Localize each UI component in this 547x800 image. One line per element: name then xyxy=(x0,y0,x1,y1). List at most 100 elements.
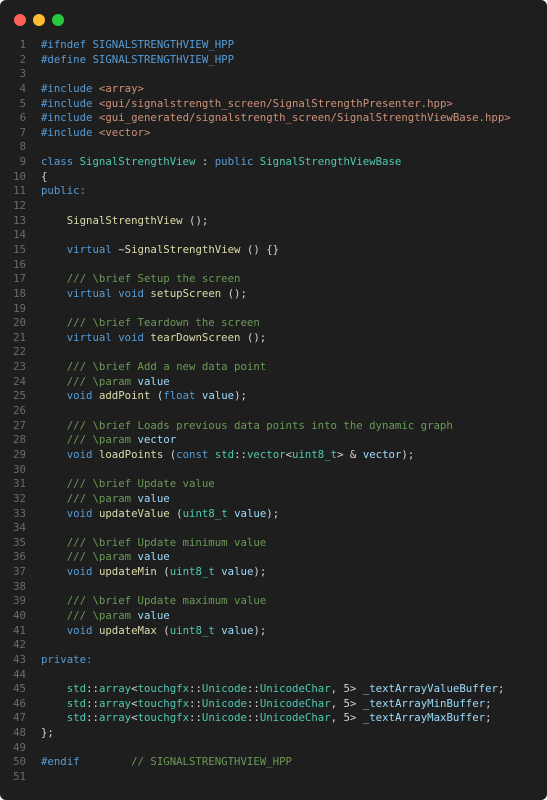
line-number: 20 xyxy=(13,316,26,330)
code-token: { xyxy=(41,169,48,183)
code-token: updateMax xyxy=(98,623,157,637)
code-token: public: xyxy=(41,184,87,198)
code-token: SignalStrengthViewBase xyxy=(259,155,402,169)
code-token: virtual void xyxy=(66,286,151,300)
line-number: 38 xyxy=(13,579,26,593)
line-number: 30 xyxy=(13,462,26,476)
code-line: 16 xyxy=(0,258,547,273)
line-content: std::array<touchgfx::Unicode::UnicodeCha… xyxy=(41,682,505,697)
code-token: ( xyxy=(163,447,177,461)
line-content: /// \brief Add a new data point xyxy=(41,360,266,375)
code-token: :: xyxy=(189,696,202,710)
code-token: /// \brief Teardown the screen xyxy=(41,316,260,330)
line-number: 22 xyxy=(13,345,26,359)
code-line: 12 xyxy=(0,199,547,214)
code-token: (); xyxy=(221,286,247,300)
code-line: 38 xyxy=(0,580,547,595)
code-token: UnicodeChar xyxy=(259,682,331,696)
code-line: 31 /// \brief Update value xyxy=(0,477,547,492)
line-number: 41 xyxy=(13,623,26,637)
line-number: 51 xyxy=(13,770,26,784)
line-content: void updateMax (uint8_t value); xyxy=(41,623,267,639)
line-content: #endif // SIGNALSTRENGTHVIEW_HPP xyxy=(41,755,292,770)
line-number: 46 xyxy=(13,696,26,710)
code-token: addPoint xyxy=(98,389,151,403)
maximize-window-button[interactable] xyxy=(52,14,64,26)
code-token: uint8_t xyxy=(169,623,222,637)
line-content: void updateValue (uint8_t value); xyxy=(41,507,279,522)
code-token: #define xyxy=(41,52,87,66)
code-line: 26 xyxy=(0,404,547,419)
code-token: value xyxy=(137,491,170,505)
code-token: :: xyxy=(86,682,99,696)
code-editor[interactable]: 1 #ifndef SIGNALSTRENGTHVIEW_HPP 2 #define … xyxy=(0,38,547,785)
code-token: value xyxy=(234,506,267,520)
code-token: void xyxy=(66,389,99,403)
line-content: #include <gui_generated/signalstrength_s… xyxy=(41,111,511,126)
line-content: virtual ~SignalStrengthView () {} xyxy=(41,243,279,258)
code-token: void xyxy=(66,506,99,520)
line-content: #include <vector> xyxy=(41,126,150,141)
code-line: 36 /// \param value xyxy=(0,550,547,565)
code-line: 2 #define SIGNALSTRENGTHVIEW_HPP xyxy=(0,53,547,68)
line-number: 8 xyxy=(19,140,26,154)
line-number: 6 xyxy=(19,111,26,125)
code-token: /// \brief Update maximum value xyxy=(41,594,267,608)
close-window-button[interactable] xyxy=(14,14,26,26)
code-line: 19 xyxy=(0,302,547,317)
code-token: class xyxy=(41,155,80,169)
code-token: ); xyxy=(401,447,415,461)
code-token: const xyxy=(176,447,215,461)
code-token: Unicode xyxy=(201,682,247,696)
minimize-window-button[interactable] xyxy=(33,14,45,26)
code-token: uint8_t xyxy=(169,565,222,579)
line-content: #include <gui/signalstrength_screen/Sign… xyxy=(41,97,453,112)
code-token: _textArrayMaxBuffer xyxy=(362,711,486,725)
code-token: std xyxy=(66,696,87,710)
code-token: private: xyxy=(41,652,93,666)
code-token: ); xyxy=(234,389,247,403)
line-content: }; xyxy=(41,726,54,741)
code-token: void xyxy=(66,447,99,461)
code-token: // SIGNALSTRENGTHVIEW_HPP xyxy=(79,755,292,769)
code-token: SignalStrengthView xyxy=(124,242,241,256)
line-content: SignalStrengthView (); xyxy=(41,214,209,229)
line-number: 31 xyxy=(13,477,26,491)
line-content: /// \brief Loads previous data points in… xyxy=(41,419,453,434)
code-line: 44 xyxy=(0,668,547,683)
code-token: value xyxy=(201,389,235,403)
code-token: :: xyxy=(246,682,260,696)
line-number: 36 xyxy=(13,550,26,564)
line-content: std::array<touchgfx::Unicode::UnicodeCha… xyxy=(41,697,492,712)
line-number: 43 xyxy=(13,652,26,666)
line-number: 7 xyxy=(19,125,26,139)
code-token: :: xyxy=(234,447,247,461)
code-line: 34 xyxy=(0,521,547,536)
code-line: 3 xyxy=(0,67,547,82)
line-number: 21 xyxy=(13,330,26,344)
code-token: touchgfx xyxy=(137,682,190,696)
code-token: ); xyxy=(253,623,267,637)
code-token: ; xyxy=(485,696,492,710)
code-token: (); xyxy=(240,330,267,344)
code-token: SIGNALSTRENGTHVIEW_HPP xyxy=(86,38,235,51)
line-number: 24 xyxy=(13,374,26,388)
code-token: > & xyxy=(337,447,363,461)
code-line: 35 /// \brief Update minimum value xyxy=(0,536,547,551)
line-number: 4 xyxy=(19,81,26,95)
line-number: 40 xyxy=(13,608,26,622)
code-token: ( xyxy=(169,506,183,520)
line-content: public: xyxy=(41,184,86,199)
code-line: 18 virtual void setupScreen (); xyxy=(0,287,547,302)
code-line: 10 { xyxy=(0,170,547,185)
code-line: 7 #include <vector> xyxy=(0,126,547,141)
code-line: 21 virtual void tearDownScreen (); xyxy=(0,331,547,346)
code-line: 1 #ifndef SIGNALSTRENGTHVIEW_HPP xyxy=(0,38,547,53)
line-number: 44 xyxy=(13,667,26,681)
code-token: /// \brief Setup the screen xyxy=(41,272,241,286)
code-token: :: xyxy=(189,711,202,725)
